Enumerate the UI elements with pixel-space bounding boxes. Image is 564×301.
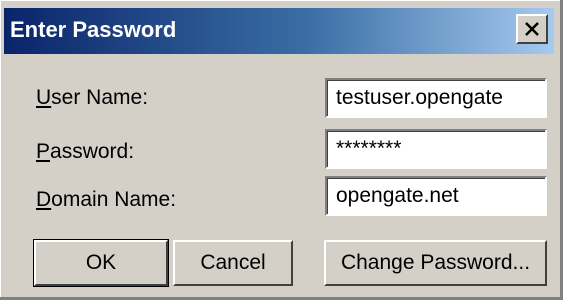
- domain-field[interactable]: opengate.net: [325, 176, 547, 216]
- password-label: Password:: [36, 140, 135, 163]
- username-field[interactable]: testuser.opengate: [325, 78, 547, 118]
- cancel-button[interactable]: Cancel: [173, 240, 293, 286]
- username-label: User Name:: [36, 86, 149, 109]
- close-button[interactable]: [516, 14, 548, 44]
- title-bar[interactable]: Enter Password: [4, 8, 554, 54]
- window-title: Enter Password: [10, 17, 177, 42]
- ok-button[interactable]: OK: [33, 239, 169, 287]
- enter-password-dialog: Enter Password User Name: testuser.openg…: [0, 0, 563, 300]
- password-field[interactable]: ********: [325, 129, 547, 169]
- change-password-button[interactable]: Change Password...: [324, 240, 547, 286]
- close-icon: [525, 22, 539, 36]
- domain-label: Domain Name:: [36, 188, 177, 211]
